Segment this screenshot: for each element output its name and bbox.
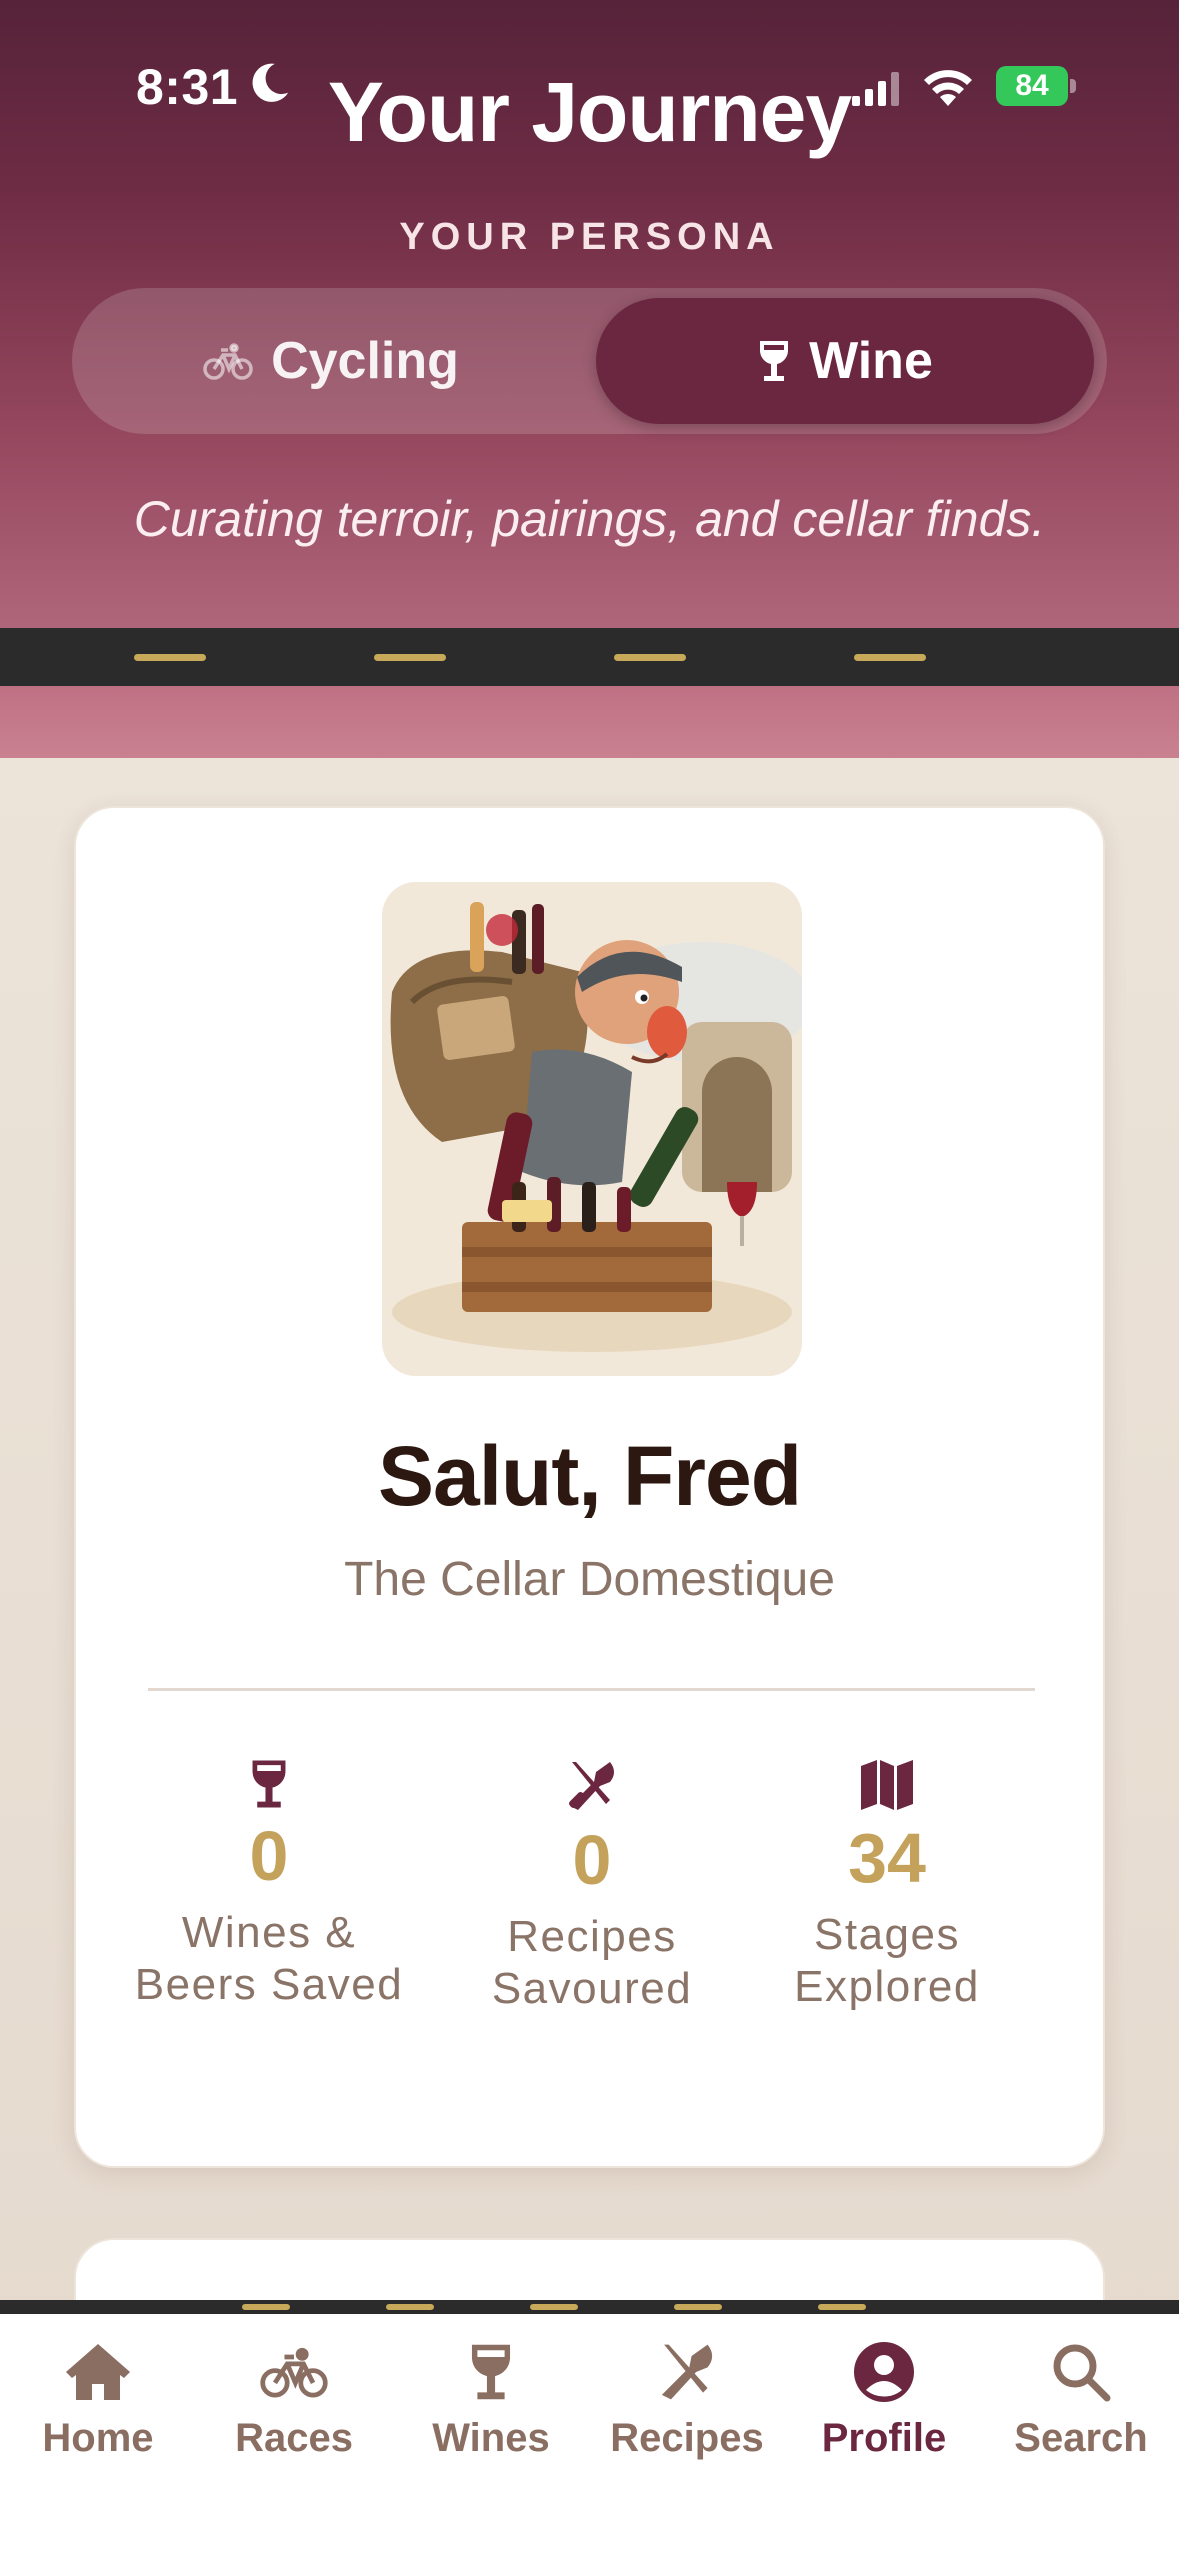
tab-home-label: Home — [42, 2416, 154, 2460]
tab-races-label: Races — [235, 2416, 353, 2460]
road-divider — [0, 2300, 1179, 2314]
stat-label: Recipes Savoured — [491, 1912, 693, 2013]
tab-wines[interactable]: Wines — [393, 2340, 589, 2461]
persona-tagline: Curating terroir, pairings, and cellar f… — [133, 491, 1046, 547]
profile-title: The Cellar Domestique — [344, 1553, 835, 1606]
tab-races[interactable]: Races — [196, 2340, 392, 2461]
tab-wines-label: Wines — [432, 2416, 550, 2460]
bicycle-icon — [260, 2347, 328, 2398]
stat-value: 34 — [848, 1819, 926, 1897]
persona-portrait — [382, 882, 802, 1376]
segment-cycling[interactable]: Cycling — [82, 298, 580, 424]
stat-label: Wines & Beers Saved — [134, 1908, 404, 2009]
persona-label: YOUR PERSONA — [399, 216, 780, 258]
wine-glass-icon — [471, 2344, 511, 2400]
search-icon — [1053, 2344, 1111, 2402]
wine-glass-icon — [760, 341, 789, 381]
tab-profile[interactable]: Profile — [786, 2340, 982, 2461]
stat-recipes-savoured: 0 Recipes Savoured — [442, 1758, 742, 2015]
road-divider — [0, 628, 1179, 686]
tab-bar: Home Races Wines Recipes Profile Search — [0, 2300, 1179, 2556]
segment-wine-label: Wine — [809, 332, 933, 390]
utensils-icon — [661, 2344, 713, 2400]
screen: 8:31 84 Your Journey YOUR PERSONA Cyclin… — [0, 0, 1179, 2556]
bicycle-icon — [203, 343, 253, 380]
tab-recipes[interactable]: Recipes — [589, 2340, 785, 2461]
tab-search-label: Search — [1014, 2416, 1148, 2460]
utensils-icon — [569, 1762, 614, 1810]
tab-home[interactable]: Home — [0, 2340, 196, 2461]
header-bottom-band — [0, 686, 1179, 758]
persona-toggle: Cycling Wine — [72, 288, 1107, 434]
tab-profile-label: Profile — [821, 2416, 947, 2460]
stat-wines-saved: 0 Wines & Beers Saved — [119, 1758, 419, 2011]
tab-search[interactable]: Search — [983, 2340, 1179, 2461]
person-icon — [854, 2342, 914, 2402]
header: 8:31 84 Your Journey YOUR PERSONA Cyclin… — [0, 0, 1179, 628]
page-title: Your Journey — [327, 65, 852, 159]
stat-stages-explored: 34 Stages Explored — [737, 1758, 1037, 2013]
segment-wine[interactable]: Wine — [596, 298, 1094, 424]
stat-value: 0 — [572, 1821, 612, 1899]
profile-card: Salut, Fred The Cellar Domestique 0 Wine… — [74, 806, 1105, 2168]
tab-recipes-label: Recipes — [610, 2416, 764, 2460]
stat-value: 0 — [249, 1817, 289, 1895]
profile-greeting: Salut, Fred — [377, 1429, 802, 1523]
segment-cycling-label: Cycling — [271, 332, 459, 390]
wine-glass-icon — [252, 1760, 286, 1808]
map-icon — [861, 1760, 913, 1810]
home-icon — [66, 2344, 130, 2400]
portrait-illustration — [382, 882, 802, 1376]
stat-label: Stages Explored — [794, 1910, 980, 2011]
divider — [148, 1688, 1035, 1691]
